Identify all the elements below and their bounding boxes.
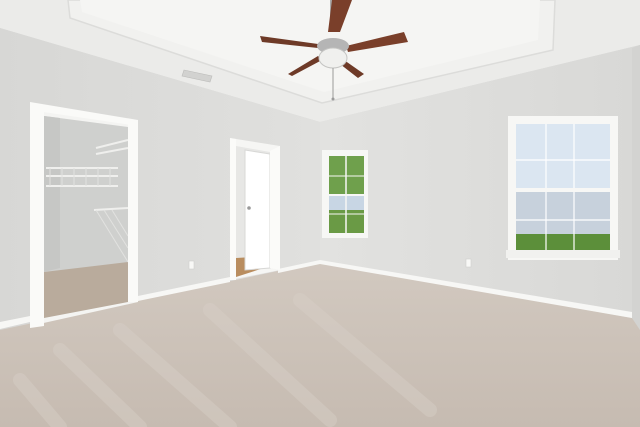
door-knob: [247, 206, 251, 210]
interior-door: [244, 149, 271, 271]
outlet-right: [465, 258, 472, 268]
closet-doorway: [30, 102, 138, 328]
bedroom-scene: [0, 0, 640, 427]
window-left: [322, 150, 368, 238]
hall-doorway: [230, 138, 280, 280]
right-edge-wall: [632, 45, 640, 330]
outlet-left: [188, 260, 195, 270]
room-illustration: [0, 0, 640, 427]
window-right: [506, 116, 620, 260]
